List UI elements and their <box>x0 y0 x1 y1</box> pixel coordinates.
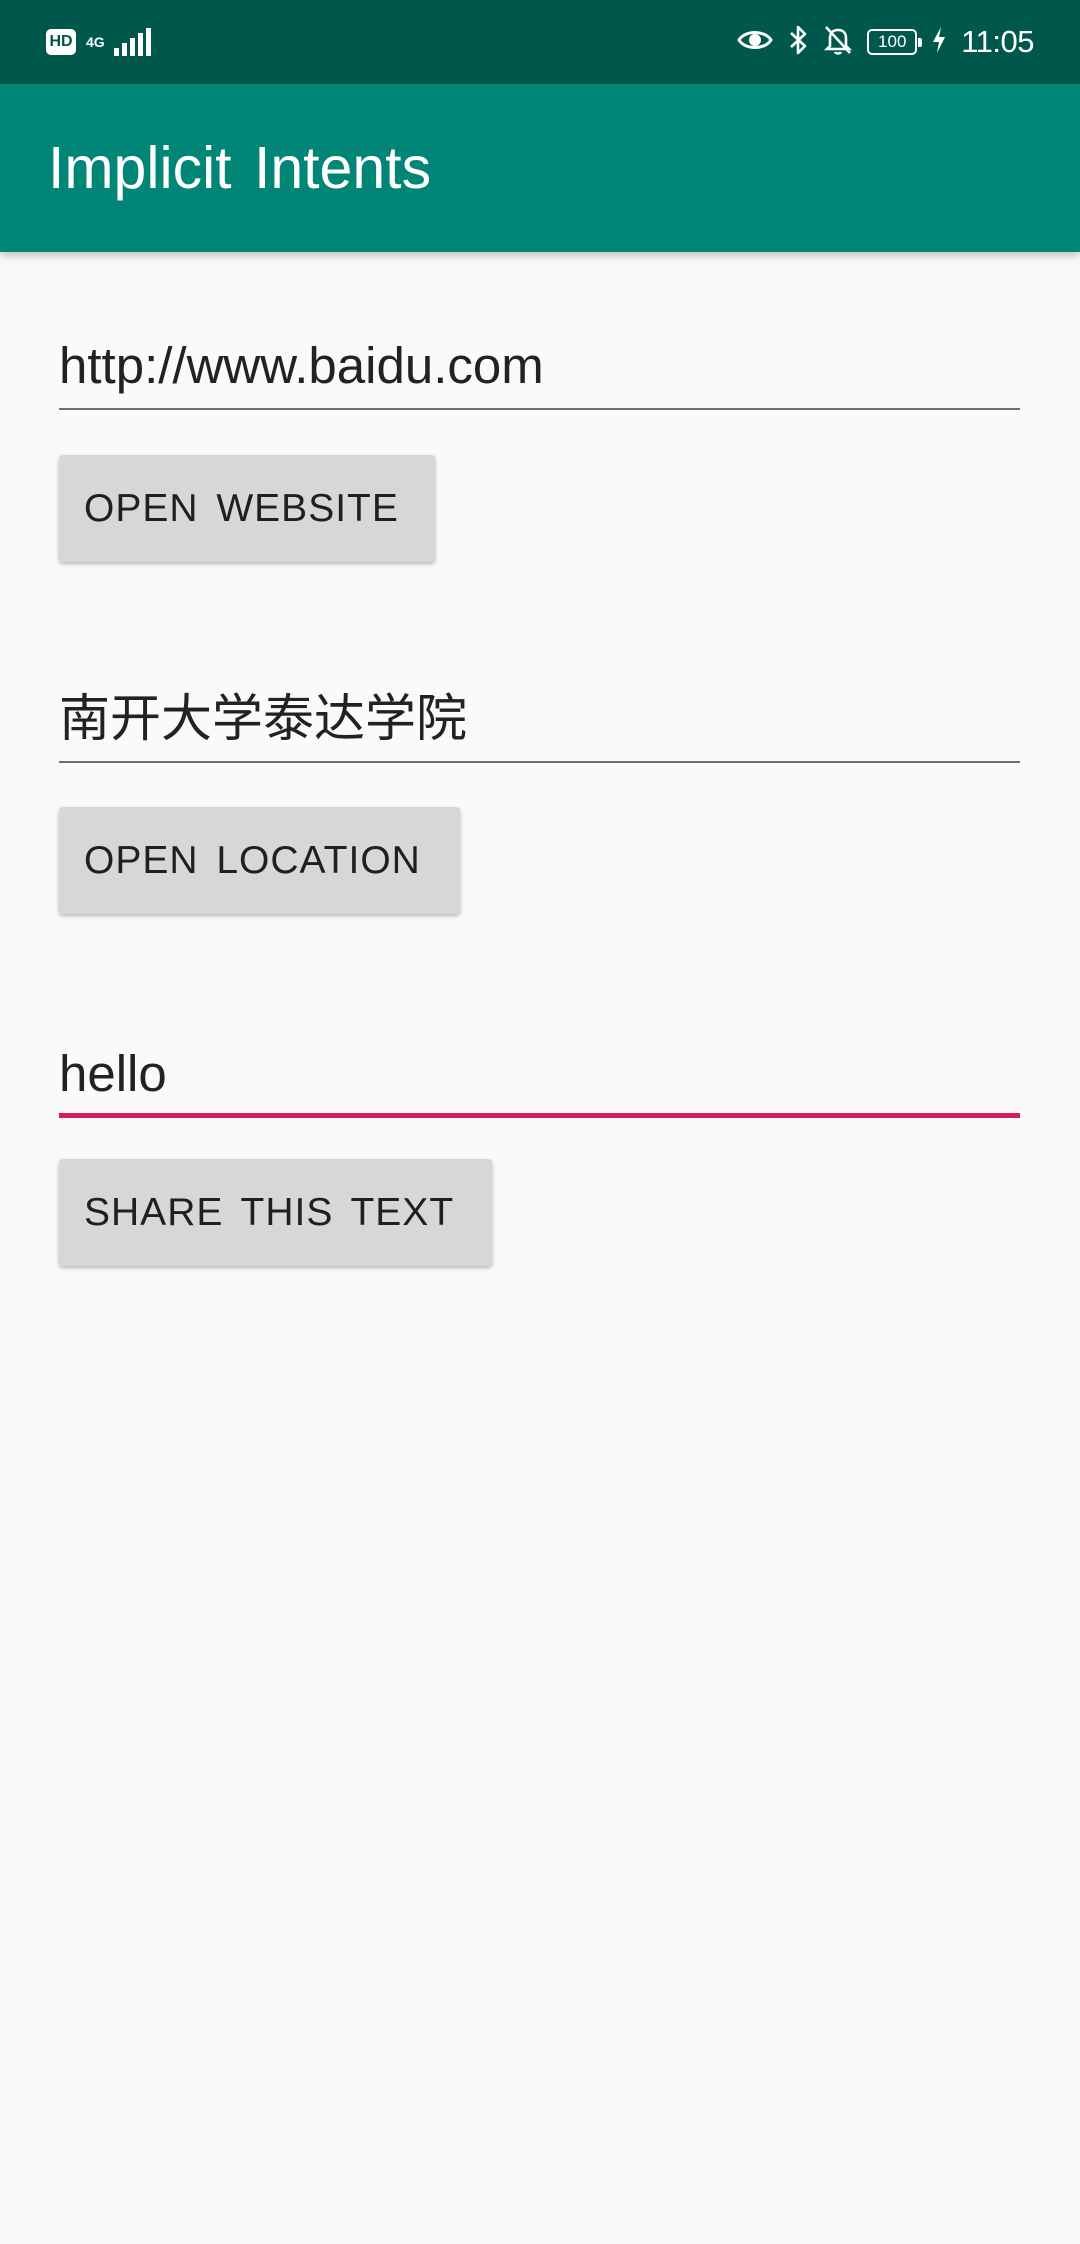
status-left-group: HD 4G <box>46 20 151 64</box>
bluetooth-icon <box>787 24 809 61</box>
notifications-off-icon <box>823 24 853 61</box>
status-clock: 11:05 <box>961 24 1034 59</box>
app-bar: Implicit Intents <box>0 84 1080 252</box>
battery-level-text: 100 <box>878 32 907 51</box>
share-text-underline-focused <box>59 1113 1020 1118</box>
open-website-button[interactable]: OPEN WEBSITE <box>59 455 435 562</box>
website-url-underline <box>59 408 1020 410</box>
location-text: 南开大学泰达学院 <box>59 690 468 747</box>
status-right-group: 100 11:05 <box>737 20 1034 64</box>
network-type-text: 4G <box>86 34 105 50</box>
share-text-value: hello <box>59 1045 167 1102</box>
location-field[interactable]: 南开大学泰达学院 <box>59 685 1020 763</box>
app-title: Implicit Intents <box>48 135 432 201</box>
battery-icon: 100 <box>867 29 923 55</box>
open-location-button[interactable]: OPEN LOCATION <box>59 807 460 914</box>
hd-voice-badge: HD <box>46 29 76 55</box>
signal-strength-icon <box>114 28 151 56</box>
eye-comfort-icon <box>737 27 773 58</box>
location-underline <box>59 761 1020 763</box>
website-url-field[interactable]: http://www.baidu.com <box>59 332 1020 410</box>
share-text-button[interactable]: SHARE THIS TEXT <box>59 1159 492 1266</box>
share-text-field[interactable]: hello <box>59 1040 1020 1118</box>
network-type-label: 4G <box>86 34 105 50</box>
website-url-text: http://www.baidu.com <box>59 337 544 394</box>
charging-icon <box>931 26 947 59</box>
status-bar: HD 4G 100 11:05 <box>0 0 1080 84</box>
